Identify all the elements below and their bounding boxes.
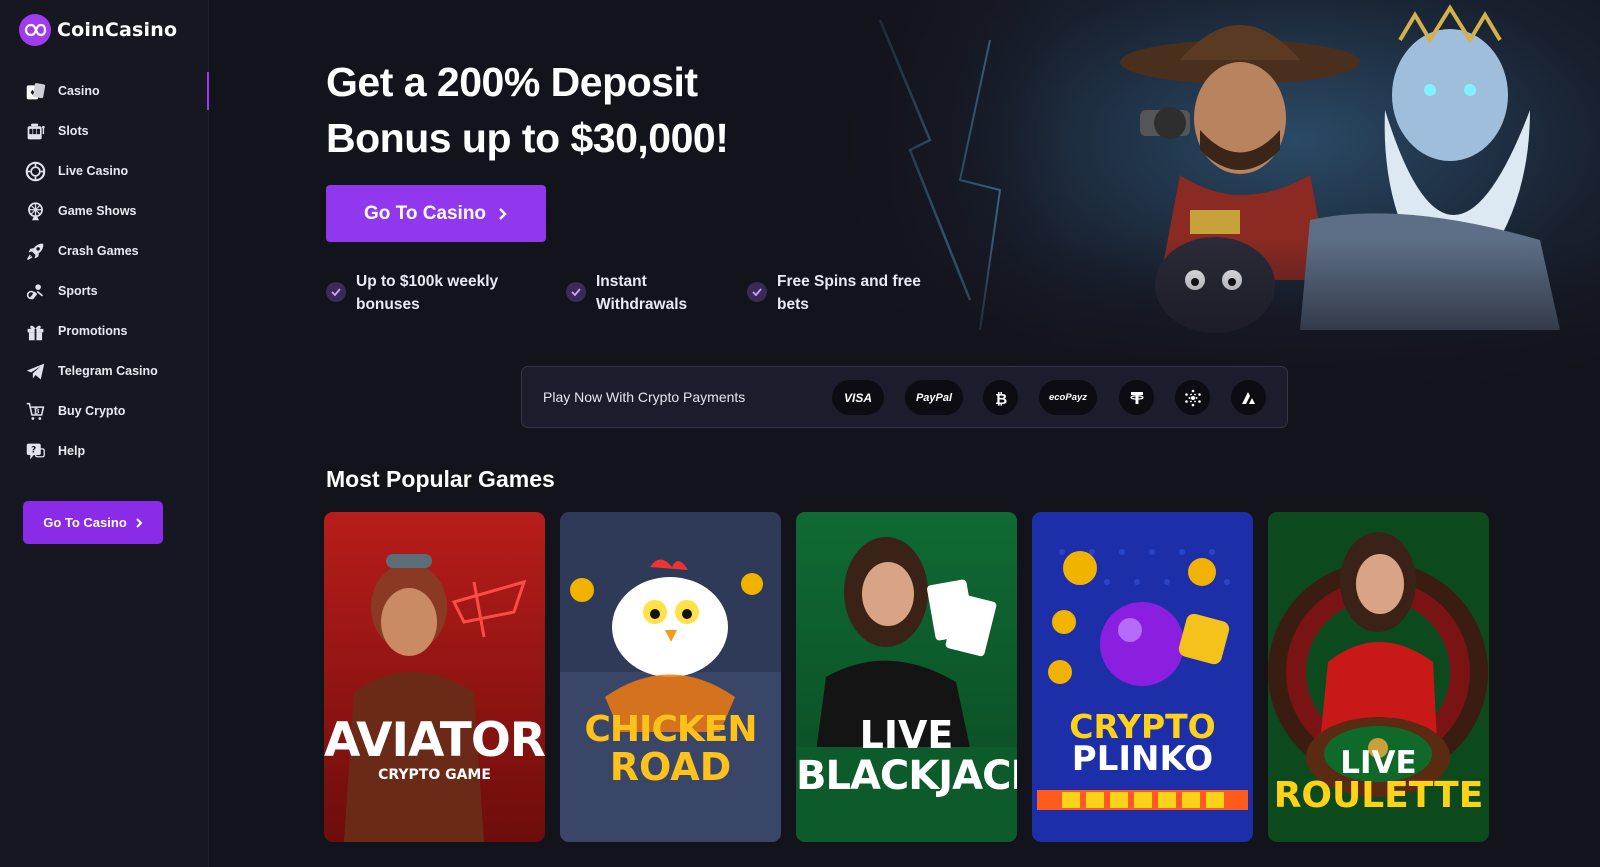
feature-free-spins: Free Spins and free bets [747, 270, 967, 320]
sidebar-go-to-casino-button[interactable]: Go To Casino [23, 501, 163, 544]
casino-cards-icon [24, 80, 46, 102]
game-subtitle: CRYPTO GAME [378, 767, 491, 783]
sidebar-item-telegram-casino[interactable]: Telegram Casino [0, 351, 209, 391]
paypal-logo-icon[interactable]: PayPal [905, 380, 963, 415]
avalanche-icon[interactable] [1231, 380, 1266, 415]
sidebar-item-label: Game Shows [58, 204, 137, 218]
feature-text: Free Spins and free bets [777, 273, 921, 313]
game-card-live-blackjack[interactable]: LIVE BLACKJACK [796, 512, 1017, 842]
sidebar-item-help[interactable]: ? Help [0, 431, 209, 471]
visa-logo-icon[interactable]: VISA [832, 380, 884, 415]
sidebar-item-promotions[interactable]: Promotions [0, 311, 209, 351]
bitcoin-icon[interactable]: ₿ [983, 380, 1018, 415]
sidebar-item-label: Buy Crypto [58, 404, 126, 418]
game-card-live-roulette[interactable]: LIVE ROULETTE [1268, 512, 1489, 842]
aviator-artwork [324, 512, 545, 842]
game-card-chicken-road[interactable]: CHICKEN ROAD [560, 512, 781, 842]
brand-logo[interactable]: CoinCasino [19, 13, 177, 47]
brand-name: CoinCasino [57, 19, 178, 41]
game-card-crypto-plinko[interactable]: CRYPTO PLINKO [1032, 512, 1253, 842]
feature-instant-withdrawals: Instant Withdrawals [566, 270, 747, 320]
svg-text:₿: ₿ [995, 390, 1007, 407]
buy-crypto-icon: ₿ [24, 400, 46, 422]
hero-title-line1: Get a 200% Deposit [326, 59, 698, 105]
game-title: CHICKEN [584, 709, 758, 750]
check-icon [326, 282, 346, 302]
tether-icon[interactable] [1119, 380, 1154, 415]
sidebar-item-label: Promotions [58, 324, 128, 338]
game-subtitle: ROAD [609, 745, 732, 789]
slot-machine-icon [24, 120, 46, 142]
infinity-coin-logo-icon [19, 14, 51, 46]
hero-go-to-casino-button[interactable]: Go To Casino [326, 185, 546, 242]
sidebar-item-crash-games[interactable]: Crash Games [0, 231, 209, 271]
hero-character-artwork [840, 0, 1600, 400]
game-title: AVIATOR [324, 713, 545, 768]
feature-text: Up to $100k weekly bonuses [356, 273, 499, 313]
cardano-icon[interactable] [1175, 380, 1210, 415]
sidebar-item-sports[interactable]: Sports [0, 271, 209, 311]
chevron-right-icon [136, 517, 143, 528]
sidebar-item-live-casino[interactable]: Live Casino [0, 151, 209, 191]
game-card-aviator[interactable]: AVIATOR CRYPTO GAME [324, 512, 545, 842]
sidebar-item-label: Sports [58, 284, 98, 298]
sidebar-item-label: Telegram Casino [58, 364, 158, 378]
popular-games-row: AVIATOR CRYPTO GAME CHICKEN ROAD LIVE BL… [324, 512, 1489, 842]
chicken-road-artwork [560, 512, 781, 842]
sidebar-item-buy-crypto[interactable]: ₿ Buy Crypto [0, 391, 209, 431]
telegram-icon [24, 360, 46, 382]
svg-text:₿: ₿ [33, 407, 39, 415]
game-subtitle: PLINKO [1071, 739, 1214, 779]
most-popular-games-title: Most Popular Games [326, 466, 555, 492]
sidebar-item-label: Crash Games [58, 244, 139, 258]
hero-title: Get a 200% Deposit Bonus up to $30,000! [326, 54, 846, 166]
sidebar-item-slots[interactable]: Slots [0, 111, 209, 151]
sidebar-item-label: Help [58, 444, 86, 458]
prize-wheel-icon [24, 200, 46, 222]
feature-weekly-bonuses: Up to $100k weekly bonuses [326, 270, 566, 320]
game-subtitle: BLACKJACK [796, 753, 1017, 799]
chevron-right-icon [499, 207, 507, 220]
hero-title-line2: Bonus up to $30,000! [326, 115, 729, 161]
sidebar-item-game-shows[interactable]: Game Shows [0, 191, 209, 231]
ecopayz-logo-icon[interactable]: ecoPayz [1039, 380, 1097, 415]
feature-text: Instant Withdrawals [596, 273, 688, 313]
crypto-plinko-artwork [1032, 512, 1253, 842]
sidebar-item-label: Live Casino [58, 164, 129, 178]
help-chat-icon: ? [24, 440, 46, 462]
sidebar-cta-label: Go To Casino [43, 515, 127, 530]
sidebar-item-label: Casino [58, 84, 100, 98]
sidebar: CoinCasino Casino Slots Live Casino Game… [0, 0, 209, 867]
gift-icon [24, 320, 46, 342]
hero-cta-label: Go To Casino [363, 202, 487, 224]
check-icon [747, 282, 767, 302]
game-title: LIVE [859, 713, 954, 757]
payments-label: Play Now With Crypto Payments [543, 389, 746, 405]
sidebar-nav: Casino Slots Live Casino Game Shows Cras… [0, 71, 209, 471]
game-subtitle: ROULETTE [1273, 775, 1484, 816]
sports-icon [24, 280, 46, 302]
check-icon [566, 282, 586, 302]
sidebar-item-casino[interactable]: Casino [0, 71, 209, 111]
rocket-icon [24, 240, 46, 262]
hero-features: Up to $100k weekly bonuses Instant Withdra… [326, 270, 967, 320]
crypto-payments-bar: Play Now With Crypto Payments VISA PayPa… [521, 366, 1288, 428]
sidebar-item-label: Slots [58, 124, 89, 138]
poker-chip-icon [24, 160, 46, 182]
